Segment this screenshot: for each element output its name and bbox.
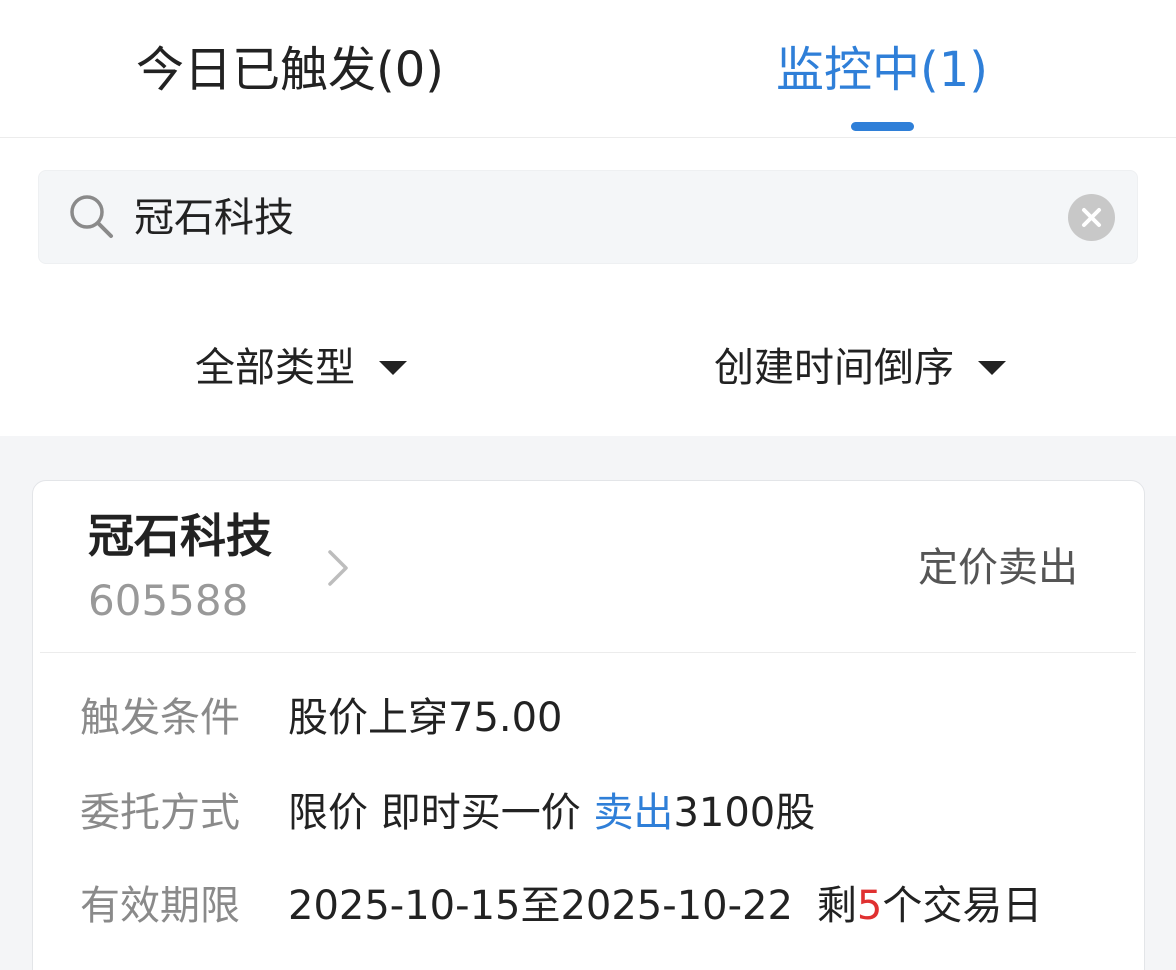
search-query[interactable]: 冠石科技 — [134, 191, 294, 245]
remaining-prefix: 剩 — [816, 883, 857, 929]
entrust-method-label: 委托方式 — [80, 790, 240, 836]
chevron-right-icon[interactable] — [322, 546, 354, 590]
type-filter-label: 全部类型 — [195, 345, 355, 391]
type-filter-dropdown[interactable]: 全部类型 — [195, 340, 407, 396]
caret-down-icon — [379, 361, 407, 375]
entrust-quantity: 3100股 — [673, 790, 816, 836]
tab-bar: 今日已触发(0) 监控中(1) — [0, 0, 1176, 138]
remaining-days: 5 — [856, 883, 883, 929]
validity-value: 2025-10-15至2025-10-22 剩5个交易日 — [288, 878, 1042, 934]
trigger-condition-label: 触发条件 — [80, 695, 240, 741]
entrust-method-value: 限价 即时买一价 卖出3100股 — [288, 785, 815, 841]
active-tab-indicator — [851, 122, 914, 131]
clear-icon[interactable] — [1068, 194, 1115, 241]
tab-triggered-today[interactable]: 今日已触发(0) — [136, 38, 444, 102]
trigger-condition-row: 触发条件 股价上穿75.00 — [80, 690, 563, 746]
caret-down-icon — [978, 361, 1006, 375]
validity-row: 有效期限 2025-10-15至2025-10-22 剩5个交易日 — [80, 878, 1042, 934]
sort-label: 创建时间倒序 — [714, 345, 954, 391]
divider — [40, 652, 1136, 653]
validity-label: 有效期限 — [80, 883, 240, 929]
search-icon — [70, 195, 113, 238]
trigger-condition-value: 股价上穿75.00 — [288, 695, 563, 741]
validity-range: 2025-10-15至2025-10-22 — [288, 883, 793, 929]
sort-dropdown[interactable]: 创建时间倒序 — [714, 340, 1006, 396]
entrust-method-row: 委托方式 限价 即时买一价 卖出3100股 — [80, 785, 815, 841]
remaining-suffix: 个交易日 — [882, 883, 1043, 929]
stock-code: 605588 — [88, 576, 249, 625]
order-type-label: 定价卖出 — [918, 545, 1078, 591]
entrust-action: 卖出 — [593, 790, 674, 836]
entrust-price-type: 限价 即时买一价 — [288, 790, 594, 836]
tab-monitoring[interactable]: 监控中(1) — [776, 38, 988, 102]
stock-name[interactable]: 冠石科技 — [88, 504, 272, 568]
